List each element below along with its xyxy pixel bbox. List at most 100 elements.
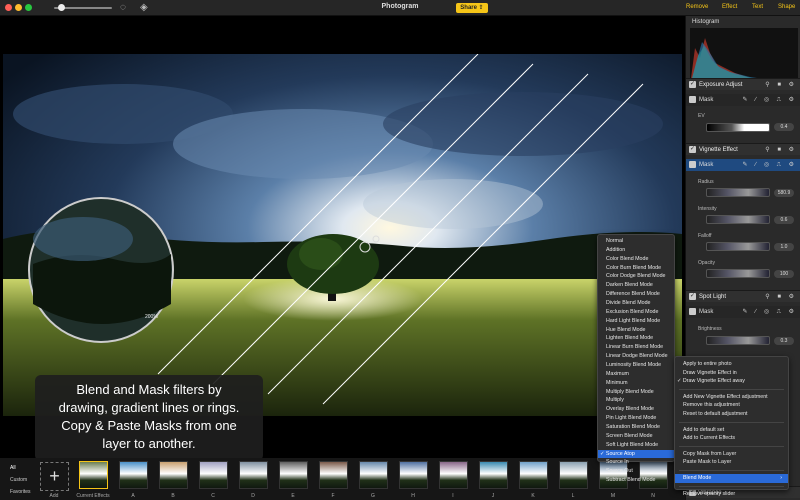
filter-favorites[interactable]: Favorites <box>10 486 31 498</box>
exposure-mask-checkbox[interactable] <box>689 96 696 103</box>
opacity-value[interactable]: 100 <box>774 270 794 278</box>
falloff-slider[interactable] <box>706 242 770 251</box>
effect-thumbnail-label: J <box>491 493 495 499</box>
vignette-tools[interactable]: ⚲ ■ ⚙ <box>765 146 797 153</box>
blend-mode-item[interactable]: Minimum <box>598 379 674 388</box>
menu-draw-effect-in[interactable]: Draw Vignette Effect in <box>675 369 788 378</box>
spotlight-mask-tools[interactable]: ✎ ∕ ◎ ⎍ ⚙ <box>742 308 797 316</box>
blend-mode-item[interactable]: Addition <box>598 246 674 255</box>
menu-separator <box>679 469 784 471</box>
blend-mode-item[interactable]: Divide Blend Mode <box>598 299 674 308</box>
blend-mode-item[interactable]: Darken Blend Mode <box>598 281 674 290</box>
menu-effect[interactable]: Effect <box>722 4 737 10</box>
blend-mode-item[interactable]: Subtract Blend Mode <box>598 476 674 485</box>
share-button[interactable]: Share ⇪ <box>456 3 488 13</box>
effect-thumbnail[interactable] <box>559 461 588 489</box>
histogram-title: Histogram <box>692 19 720 25</box>
filter-custom[interactable]: Custom <box>10 474 31 486</box>
blend-mode-item[interactable]: Overlay Blend Mode <box>598 405 674 414</box>
blend-mode-item[interactable]: Screen Blend Mode <box>598 432 674 441</box>
effect-thumbnail[interactable] <box>359 461 388 489</box>
menu-blend-mode[interactable]: Blend Mode › <box>675 473 788 483</box>
blend-mode-item[interactable]: Linear Burn Blend Mode <box>598 343 674 352</box>
radius-value[interactable]: 580.9 <box>774 189 794 197</box>
intensity-slider[interactable] <box>706 215 770 224</box>
ev-slider[interactable] <box>706 123 770 132</box>
opacity-slider[interactable] <box>706 269 770 278</box>
exposure-tools[interactable]: ⚲ ■ ⚙ <box>765 81 797 88</box>
blend-mode-item[interactable]: Soft Light Blend Mode <box>598 441 674 450</box>
effect-thumbnail-label: E <box>291 493 295 499</box>
blend-mode-item[interactable]: Multiply <box>598 396 674 405</box>
vignette-mask-checkbox[interactable] <box>689 161 696 168</box>
menu-reset-adjustment[interactable]: Reset to default adjustment <box>675 410 788 419</box>
menu-add-default-set[interactable]: Add to default set <box>675 426 788 435</box>
effect-thumbnail-label: F <box>331 493 335 499</box>
effect-thumbnail[interactable] <box>199 461 228 489</box>
brightness-label: Brightness <box>698 326 722 332</box>
photo-canvas[interactable] <box>3 54 682 416</box>
effect-thumbnail[interactable] <box>519 461 548 489</box>
blend-mode-item[interactable]: Pin Light Blend Mode <box>598 414 674 423</box>
brightness-value[interactable]: 0.3 <box>774 337 794 345</box>
menu-text[interactable]: Text <box>752 4 763 10</box>
brightness-slider[interactable] <box>706 336 770 345</box>
menu-remove-adjustment[interactable]: Remove this adjustment <box>675 401 788 410</box>
menu-apply-entire-photo[interactable]: Apply to entire photo <box>675 360 788 369</box>
menu-shape[interactable]: Shape <box>778 4 795 10</box>
effect-thumbnail[interactable] <box>439 461 468 489</box>
ev-value[interactable]: 0.4 <box>774 123 794 131</box>
spotlight-enabled-checkbox[interactable]: ✓ <box>689 293 696 300</box>
effect-thumbnail[interactable] <box>319 461 348 489</box>
blend-mode-item[interactable]: Color Blend Mode <box>598 255 674 264</box>
blend-mode-item[interactable]: Color Burn Blend Mode <box>598 264 674 273</box>
blend-mode-item[interactable]: Source In <box>598 458 674 467</box>
menu-copy-mask[interactable]: Copy Mask from Layer <box>675 450 788 459</box>
blend-mode-item[interactable]: Difference Blend Mode <box>598 290 674 299</box>
add-effect-button[interactable]: + <box>40 462 69 491</box>
blend-mode-item[interactable]: Exclusion Blend Mode <box>598 308 674 317</box>
blend-mode-item[interactable]: Luminosity Blend Mode <box>598 361 674 370</box>
blend-mode-item[interactable]: Multiply Blend Mode <box>598 388 674 397</box>
falloff-value[interactable]: 1.0 <box>774 243 794 251</box>
menu-remove-opacity-slider[interactable]: Remove opacity slider <box>675 490 788 499</box>
vignette-enabled-checkbox[interactable]: ✓ <box>689 146 696 153</box>
blend-mode-item[interactable]: Saturation Blend Mode <box>598 423 674 432</box>
effect-thumbnail[interactable] <box>479 461 508 489</box>
blend-mode-item[interactable]: Maximum <box>598 370 674 379</box>
effect-thumbnail[interactable] <box>279 461 308 489</box>
menu-paste-mask[interactable]: Paste Mask to Layer <box>675 458 788 467</box>
spotlight-mask-checkbox[interactable] <box>689 308 696 315</box>
blend-mode-item[interactable]: Hue Blend Mode <box>598 326 674 335</box>
vignette-mask-tools[interactable]: ✎ ∕ ◎ ⎍ ⚙ <box>742 161 797 169</box>
blend-mode-item[interactable]: Color Dodge Blend Mode <box>598 272 674 281</box>
filter-all[interactable]: All <box>10 462 31 474</box>
menu-draw-effect-away[interactable]: ✓ Draw Vignette Effect away <box>675 377 788 386</box>
menu-add-current-effects[interactable]: Add to Current Effects <box>675 434 788 443</box>
exposure-mask-row[interactable]: Mask ✎ ∕ ◎ ⎍ ⚙ <box>686 94 800 106</box>
radius-slider[interactable] <box>706 188 770 197</box>
blend-mode-item[interactable]: Source Out <box>598 467 674 476</box>
blend-mode-item[interactable]: Normal <box>598 237 674 246</box>
blend-mode-item[interactable]: Lighten Blend Mode <box>598 334 674 343</box>
blend-mode-item[interactable]: Linear Dodge Blend Mode <box>598 352 674 361</box>
intensity-value[interactable]: 0.6 <box>774 216 794 224</box>
vignette-effect-header[interactable]: ✓ Vignette Effect ⚲ ■ ⚙ <box>686 143 800 155</box>
effect-thumbnail[interactable] <box>239 461 268 489</box>
effect-thumbnail-label: A <box>131 493 135 499</box>
blend-mode-item[interactable]: ✓ Source Atop <box>598 449 674 459</box>
exposure-adjust-header[interactable]: ✓ Exposure Adjust ⚲ ■ ⚙ <box>686 78 800 90</box>
vignette-mask-row[interactable]: Mask ✎ ∕ ◎ ⎍ ⚙ <box>686 159 800 171</box>
spotlight-tools[interactable]: ⚲ ■ ⚙ <box>765 293 797 300</box>
blend-mode-item[interactable]: Hard Light Blend Mode <box>598 317 674 326</box>
effect-thumbnail[interactable] <box>79 461 108 489</box>
exposure-enabled-checkbox[interactable]: ✓ <box>689 81 696 88</box>
effect-thumbnail[interactable] <box>399 461 428 489</box>
spot-light-header[interactable]: ✓ Spot Light ⚲ ■ ⚙ <box>686 290 800 302</box>
spotlight-mask-row[interactable]: Mask ✎ ∕ ◎ ⎍ ⚙ <box>686 306 800 318</box>
menu-add-new-adjustment[interactable]: Add New Vignette Effect adjustment <box>675 393 788 402</box>
exposure-mask-tools[interactable]: ✎ ∕ ◎ ⎍ ⚙ <box>742 96 797 104</box>
effect-thumbnail[interactable] <box>159 461 188 489</box>
menu-remove[interactable]: Remove <box>686 4 708 10</box>
effect-thumbnail[interactable] <box>119 461 148 489</box>
